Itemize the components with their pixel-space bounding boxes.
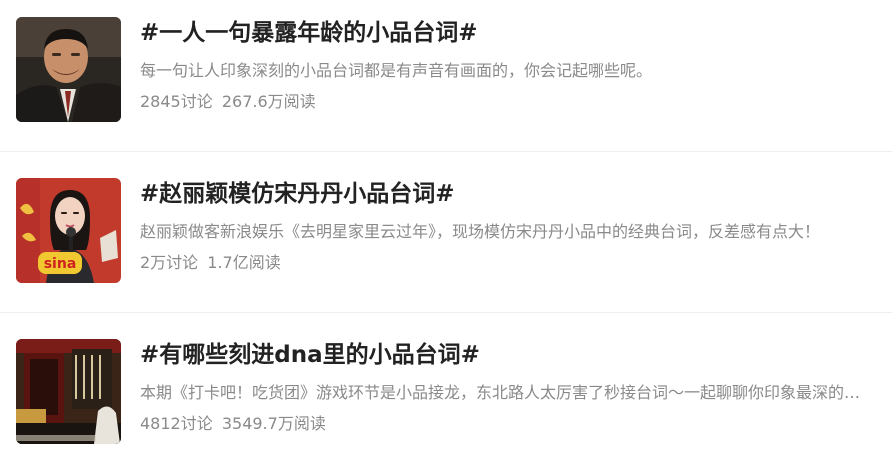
read-count: 1.7亿阅读 — [207, 253, 281, 272]
discussion-count: 2万讨论 — [140, 253, 199, 272]
stage-photo-image — [16, 339, 121, 444]
topic-stats: 2845讨论 267.6万阅读 — [140, 90, 316, 114]
topic-description: 本期《打卡吧！吃货团》游戏环节是小品接龙，东北路人太厉害了秒接台词～一起聊聊你印… — [140, 383, 876, 402]
read-count: 3549.7万阅读 — [221, 414, 326, 433]
man-photo-image — [16, 17, 121, 122]
topic-description: 每一句让人印象深刻的小品台词都是有声音有画面的，你会记起哪些呢。 — [140, 61, 653, 80]
sina-logo: sina — [44, 256, 77, 272]
topic-thumbnail[interactable]: sina — [16, 178, 121, 283]
topic-thumbnail[interactable] — [16, 339, 121, 444]
topic-stats: 4812讨论 3549.7万阅读 — [140, 412, 326, 436]
discussion-count: 2845讨论 — [140, 92, 213, 111]
discussion-count: 4812讨论 — [140, 414, 213, 433]
read-count: 267.6万阅读 — [221, 92, 316, 111]
topic-description: 赵丽颖做客新浪娱乐《去明星家里云过年》，现场模仿宋丹丹小品中的经典台词，反差感有… — [140, 222, 821, 241]
topic-list: #一人一句暴露年龄的小品台词# 每一句让人印象深刻的小品台词都是有声音有画面的，… — [0, 0, 892, 460]
topic-item[interactable]: #一人一句暴露年龄的小品台词# 每一句让人印象深刻的小品台词都是有声音有画面的，… — [0, 0, 892, 161]
topic-title[interactable]: #一人一句暴露年龄的小品台词# — [140, 16, 478, 50]
topic-item[interactable]: #有哪些刻进dna里的小品台词# 本期《打卡吧！吃货团》游戏环节是小品接龙，东北… — [0, 322, 892, 460]
topic-item[interactable]: sina #赵丽颖模仿宋丹丹小品台词# 赵丽颖做客新浪娱乐《去明星家里云过年》，… — [0, 161, 892, 322]
topic-stats: 2万讨论 1.7亿阅读 — [140, 251, 281, 275]
topic-title[interactable]: #有哪些刻进dna里的小品台词# — [140, 338, 480, 372]
divider — [0, 312, 892, 313]
topic-title[interactable]: #赵丽颖模仿宋丹丹小品台词# — [140, 177, 455, 211]
woman-photo-image: sina — [16, 178, 121, 283]
divider — [0, 151, 892, 152]
topic-thumbnail[interactable] — [16, 17, 121, 122]
